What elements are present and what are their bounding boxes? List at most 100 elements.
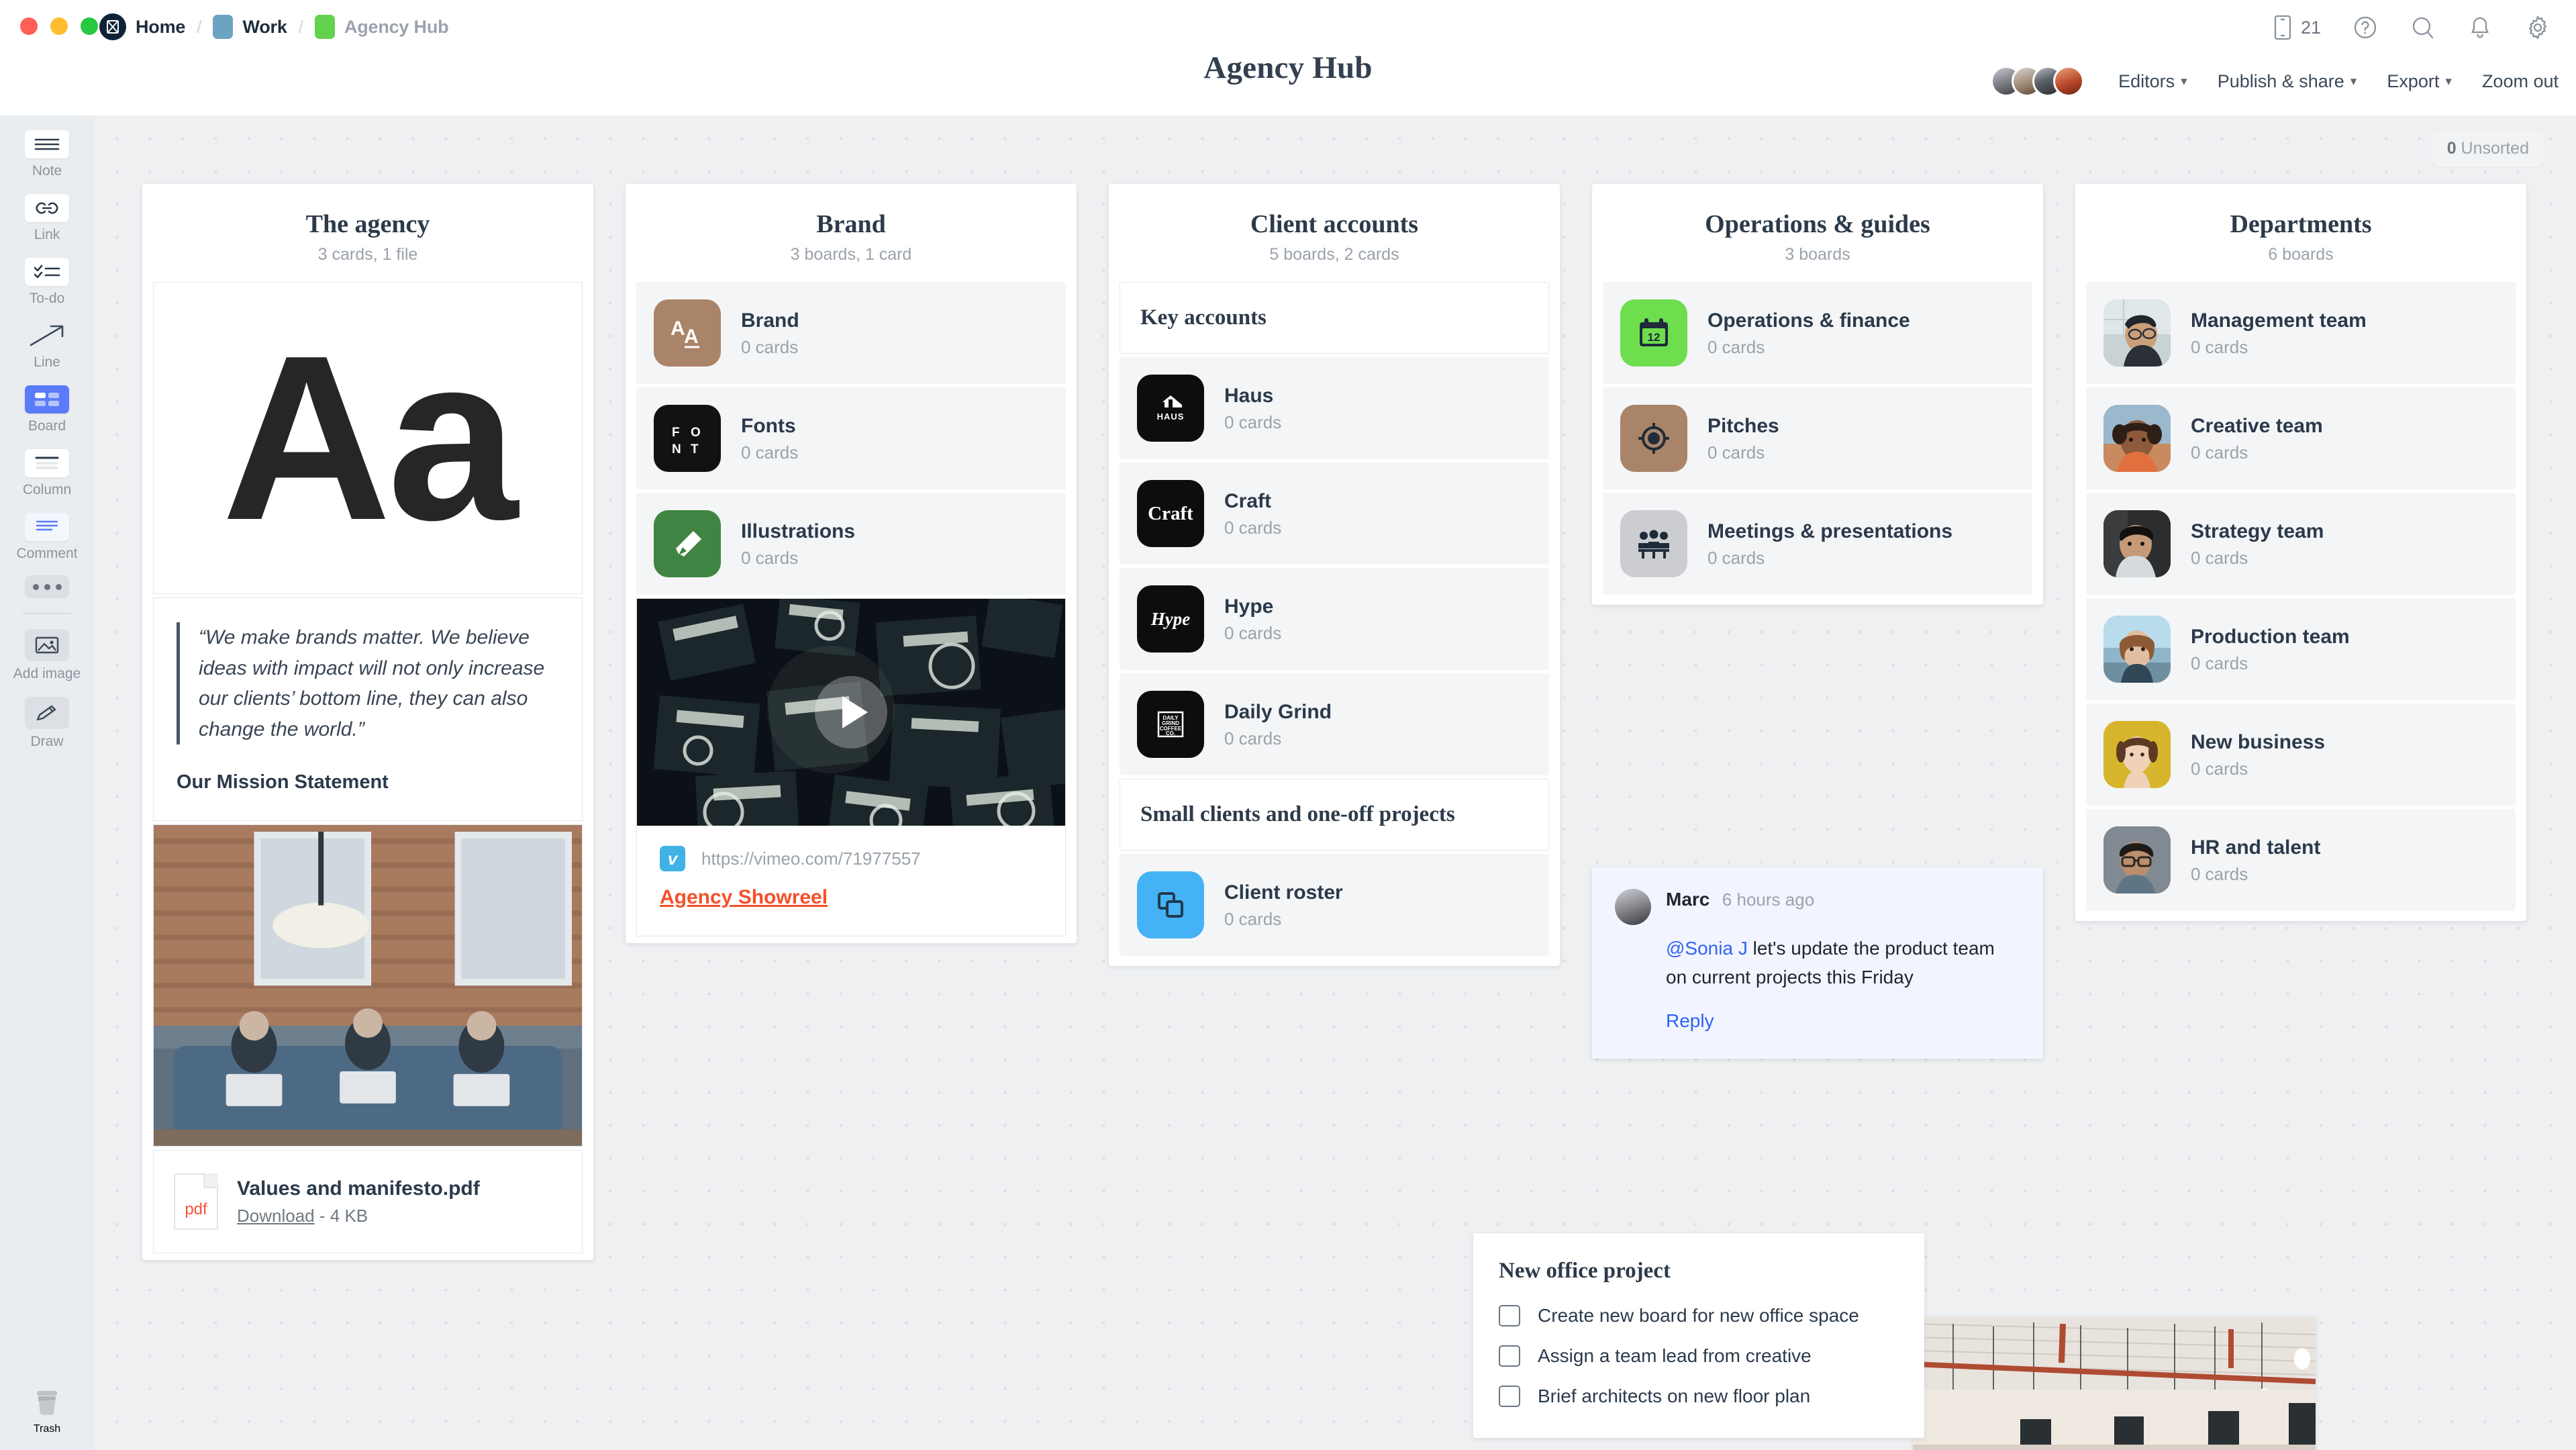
- help-icon[interactable]: [2352, 14, 2379, 41]
- tool-board[interactable]: Board: [0, 385, 94, 434]
- tool-label-add-image: Add image: [13, 666, 81, 681]
- publish-share-menu-button[interactable]: Publish & share ▾: [2218, 71, 2357, 92]
- breadcrumb-item-agency-hub[interactable]: Agency Hub: [314, 15, 449, 39]
- maximize-window-button[interactable]: [81, 17, 98, 35]
- minimize-window-button[interactable]: [50, 17, 68, 35]
- editor-avatars[interactable]: [1991, 66, 2085, 97]
- breadcrumb-item-work[interactable]: Work: [213, 15, 287, 39]
- todo-item-label: Assign a team lead from creative: [1538, 1345, 1812, 1366]
- meeting-people-icon: [1620, 510, 1687, 577]
- tool-note[interactable]: Note: [0, 130, 94, 179]
- note-card-small-clients[interactable]: Small clients and one-off projects: [1120, 779, 1549, 851]
- tool-add-image[interactable]: Add image: [0, 629, 94, 682]
- publish-share-label: Publish & share: [2217, 70, 2344, 91]
- board-row[interactable]: 12 Operations & finance 0 cards: [1603, 282, 2032, 384]
- more-options-icon: [25, 575, 69, 598]
- board-name: Strategy team: [2191, 520, 2324, 542]
- line-arrow-icon: [25, 322, 69, 350]
- board-row[interactable]: Management team 0 cards: [2086, 282, 2516, 384]
- board-row[interactable]: Client roster 0 cards: [1120, 854, 1549, 956]
- tool-more-options[interactable]: [0, 575, 94, 598]
- todo-card-new-office-project[interactable]: New office project Create new board for …: [1473, 1233, 1924, 1438]
- tool-todo[interactable]: To-do: [0, 258, 94, 307]
- svg-text:HAUS: HAUS: [1157, 412, 1185, 422]
- play-button[interactable]: [815, 676, 887, 748]
- zoom-out-label: Zoom out: [2481, 70, 2559, 91]
- todo-item[interactable]: Create new board for new office space: [1499, 1305, 1899, 1326]
- download-link[interactable]: Download: [237, 1206, 315, 1226]
- note-card-key-accounts[interactable]: Key accounts: [1120, 282, 1549, 354]
- board-row[interactable]: Meetings & presentations 0 cards: [1603, 493, 2032, 595]
- column-departments[interactable]: Departments 6 boards Management team 0 c…: [2075, 184, 2526, 921]
- file-card-pdf[interactable]: pdf Values and manifesto.pdf Download - …: [153, 1150, 583, 1254]
- board-row[interactable]: DAILY GRIND COFFEE CO. Daily Grind 0 cards: [1120, 673, 1549, 775]
- close-window-button[interactable]: [20, 17, 38, 35]
- breadcrumb: Home / Work / Agency Hub: [99, 11, 449, 43]
- board-row[interactable]: FONT Fonts 0 cards: [636, 387, 1066, 489]
- typography-card[interactable]: Aa: [153, 282, 583, 594]
- loft-photo-card[interactable]: [1913, 1317, 2316, 1450]
- board-name: Creative team: [2191, 414, 2323, 437]
- checkbox-unchecked-icon[interactable]: [1499, 1305, 1520, 1326]
- breadcrumb-label-agency-hub: Agency Hub: [344, 16, 449, 37]
- chevron-down-icon: ▾: [2350, 74, 2357, 89]
- notifications-icon[interactable]: [2467, 14, 2493, 41]
- avatar-photo-icon: [2103, 405, 2171, 472]
- column-title: Client accounts: [1250, 210, 1419, 238]
- column-brand[interactable]: Brand 3 boards, 1 card AA Brand 0 cards …: [626, 184, 1077, 943]
- zoom-out-button[interactable]: Zoom out: [2482, 71, 2559, 92]
- tool-column[interactable]: Column: [0, 449, 94, 498]
- comment-card[interactable]: Marc 6 hours ago @Sonia J let's update t…: [1592, 867, 2043, 1059]
- column-the-agency[interactable]: The agency 3 cards, 1 file Aa “We make b…: [142, 184, 593, 1261]
- todo-item[interactable]: Brief architects on new floor plan: [1499, 1386, 1899, 1407]
- comment-reply-link[interactable]: Reply: [1666, 1010, 2020, 1032]
- unsorted-badge[interactable]: 0 Unsorted: [2432, 130, 2544, 167]
- board-row[interactable]: Creative team 0 cards: [2086, 387, 2516, 489]
- breadcrumb-item-home[interactable]: Home: [99, 13, 185, 40]
- mobile-icon[interactable]: 21: [2271, 14, 2321, 41]
- export-menu-button[interactable]: Export ▾: [2387, 71, 2452, 92]
- board-card-count: 0 cards: [1224, 909, 1282, 930]
- settings-icon[interactable]: [2524, 13, 2552, 42]
- vimeo-icon: v: [660, 846, 685, 871]
- tool-draw[interactable]: Draw: [0, 697, 94, 750]
- board-row[interactable]: AA Brand 0 cards: [636, 282, 1066, 384]
- board-row[interactable]: HR and talent 0 cards: [2086, 809, 2516, 911]
- editors-menu-button[interactable]: Editors ▾: [2118, 71, 2187, 92]
- board-square-icon: [314, 15, 335, 39]
- svg-text:CO.: CO.: [1166, 730, 1175, 736]
- checkbox-unchecked-icon[interactable]: [1499, 1386, 1520, 1407]
- quote-card[interactable]: “We make brands matter. We believe ideas…: [153, 597, 583, 822]
- board-row[interactable]: Craft Craft 0 cards: [1120, 463, 1549, 565]
- office-photo-card[interactable]: [153, 824, 583, 1147]
- tool-comment[interactable]: Comment: [0, 513, 94, 562]
- board-row[interactable]: Pitches 0 cards: [1603, 387, 2032, 489]
- checkbox-unchecked-icon[interactable]: [1499, 1345, 1520, 1367]
- todo-item[interactable]: Assign a team lead from creative: [1499, 1345, 1899, 1367]
- search-icon[interactable]: [2410, 14, 2436, 41]
- comment-mention[interactable]: @Sonia J: [1666, 938, 1748, 959]
- column-subtitle: 6 boards: [2268, 245, 2334, 264]
- board-name: Craft: [1224, 489, 1272, 512]
- board-row[interactable]: Production team 0 cards: [2086, 598, 2516, 700]
- column-client-accounts[interactable]: Client accounts 5 boards, 2 cards Key ac…: [1109, 184, 1560, 966]
- column-operations-guides[interactable]: Operations & guides 3 boards 12 Operatio…: [1592, 184, 2043, 605]
- avatar-photo-icon: [2103, 616, 2171, 683]
- video-title-link[interactable]: Agency Showreel: [660, 886, 1042, 909]
- board-row[interactable]: HAUS Haus 0 cards: [1120, 357, 1549, 459]
- board-name: Operations & finance: [1707, 309, 1910, 332]
- trash-button[interactable]: Trash: [0, 1387, 94, 1435]
- video-card[interactable]: v https://vimeo.com/71977557 Agency Show…: [636, 598, 1066, 936]
- column-header: Brand 3 boards, 1 card: [626, 184, 1077, 282]
- board-row[interactable]: Hype Hype 0 cards: [1120, 568, 1549, 670]
- svg-text:N: N: [672, 442, 681, 456]
- file-name: Values and manifesto.pdf: [237, 1177, 480, 1200]
- tool-line[interactable]: Line: [0, 322, 94, 371]
- board-row[interactable]: New business 0 cards: [2086, 704, 2516, 806]
- board-row[interactable]: Strategy team 0 cards: [2086, 493, 2516, 595]
- board-canvas[interactable]: 0 Unsorted The agency 3 cards, 1 file Aa…: [94, 115, 2576, 1450]
- tool-link[interactable]: Link: [0, 194, 94, 243]
- board-row[interactable]: Illustrations 0 cards: [636, 493, 1066, 595]
- svg-text:A: A: [671, 318, 685, 340]
- video-thumbnail[interactable]: [637, 599, 1065, 826]
